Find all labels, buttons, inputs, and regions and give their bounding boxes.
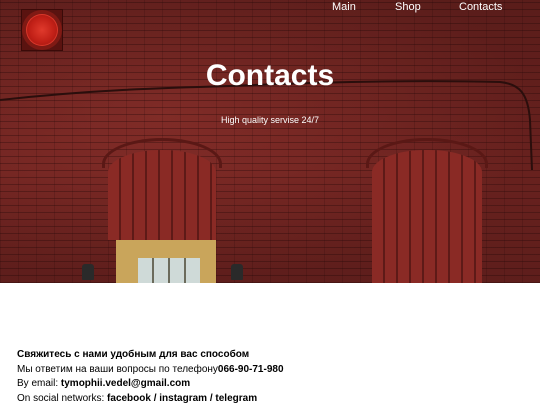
phone-label: Мы ответим на ваши вопросы по телефону: [17, 363, 218, 375]
email-line: By email: tymophii.vedel@gmail.com: [17, 377, 527, 392]
email-address[interactable]: tymophii.vedel@gmail.com: [61, 378, 190, 389]
page-title: Contacts: [205, 59, 335, 92]
contact-info: Свяжитесь с нами удобным для вас способо…: [17, 348, 527, 405]
social-label: On social networks:: [17, 392, 108, 404]
contact-heading: Свяжитесь с нами удобным для вас способо…: [17, 349, 250, 360]
left-door: [108, 150, 216, 240]
window-glass: [138, 258, 200, 283]
wall-lamp-right: [231, 264, 243, 280]
site-logo[interactable]: [21, 9, 63, 51]
phone-number[interactable]: 066-90-71-980: [218, 364, 284, 375]
social-links[interactable]: facebook / instagram / telegram: [107, 393, 257, 404]
right-door: [372, 150, 482, 283]
wall-lamp-left: [82, 264, 94, 280]
nav-shop[interactable]: Shop: [395, 0, 421, 14]
page-subtitle: High quality servise 24/7: [220, 115, 320, 125]
red-circle-logo-icon: [26, 14, 58, 46]
nav-contacts[interactable]: Contacts: [459, 0, 502, 14]
email-label: By email:: [17, 378, 61, 389]
hero-banner: Main Shop Contacts Contacts High quality…: [0, 0, 540, 283]
nav-main[interactable]: Main: [332, 0, 356, 14]
phone-line: Мы ответим на ваши вопросы по телефону06…: [17, 363, 527, 378]
social-line: On social networks: facebook / instagram…: [17, 392, 527, 405]
